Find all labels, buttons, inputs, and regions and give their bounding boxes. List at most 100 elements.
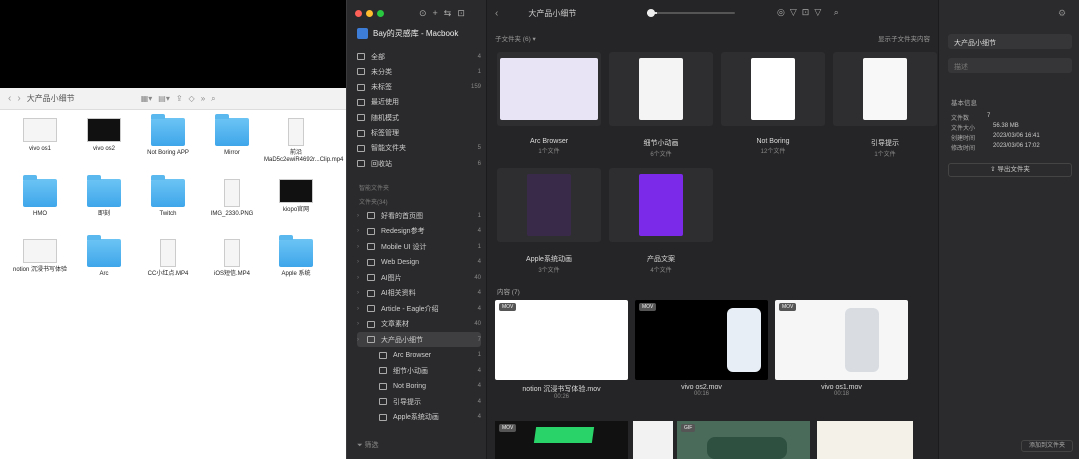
video-thumbnail: MOV (775, 300, 908, 380)
sidebar-folder[interactable]: › 大产品小细节 7 (357, 332, 481, 347)
sidebar-folder[interactable]: › 文章素材 40 (357, 317, 481, 332)
video-thumbnail (288, 118, 304, 146)
sidebar-folder[interactable]: › AI图片 40 (357, 270, 481, 285)
group-icon[interactable]: ▤▾ (158, 94, 170, 103)
filter-input[interactable]: ⏷ 筛选 (357, 440, 379, 450)
zoom-button[interactable] (377, 10, 384, 17)
finder-item[interactable]: CC小红点.MP4 (136, 239, 200, 278)
folder-card[interactable]: 产品文案 4个文件 (609, 168, 713, 274)
finder-item-label: vivo os1 (28, 146, 51, 152)
folder-name-field[interactable]: 大产品小细节 (948, 34, 1072, 49)
finder-item[interactable]: HMO (8, 175, 72, 218)
finder-item[interactable]: kiopo官网 (264, 179, 328, 214)
video-card-name: vivo os2.mov (681, 384, 722, 391)
finder-item[interactable]: vivo os1 (8, 118, 72, 153)
finder-item[interactable]: Arc (72, 235, 136, 278)
phone-preview (727, 308, 761, 372)
sidebar-item[interactable]: 全部 4 (357, 49, 481, 64)
sidebar-item[interactable]: 标签管理 (357, 126, 481, 141)
subfolder-toggle[interactable]: 子文件夹 (6) ▾ (495, 33, 536, 43)
folder-card[interactable]: 细节小动画 6个文件 (609, 52, 713, 158)
more-icon[interactable]: » (201, 94, 205, 103)
thumbnail-preview (863, 58, 907, 120)
video-card[interactable]: MOV vivo os2.mov 00:16 (635, 300, 768, 397)
disclosure-arrow-icon[interactable]: › (357, 290, 361, 296)
sidebar-item[interactable]: 未分类 1 (357, 64, 481, 79)
show-subfolder-content[interactable]: 显示子文件夹内容 (878, 33, 930, 43)
subfolder-bar: 子文件夹 (6) ▾ 显示子文件夹内容 (495, 33, 930, 43)
sidebar-item[interactable]: 回收站 6 (357, 156, 481, 171)
finder-item[interactable]: Not Boring APP (136, 114, 200, 157)
finder-toolbar: ‹ › 大产品小细节 ▦▾ ▤▾ ⇪ ◇ » ⌕ (0, 88, 352, 110)
slider-handle[interactable] (647, 9, 655, 17)
finder-item[interactable]: 即刻 (72, 175, 136, 218)
grid-view-icon[interactable]: ▦▾ (141, 94, 153, 103)
sidebar-tools[interactable]: ⊙+⇆⊡ (419, 8, 471, 19)
disclosure-arrow-icon[interactable]: › (357, 337, 361, 343)
sidebar-folder[interactable]: Not Boring 4 (357, 379, 481, 394)
forward-button[interactable]: › (17, 93, 20, 104)
video-card[interactable]: MOV notion 沉浸书写体验.mov 00:26 (495, 300, 628, 400)
folder-card[interactable]: Not Boring 12个文件 (721, 52, 825, 155)
disclosure-arrow-icon[interactable]: › (357, 321, 361, 327)
disclosure-arrow-icon[interactable]: › (357, 213, 361, 219)
sidebar-folder[interactable]: › Article - Eagle介绍 4 (357, 301, 481, 316)
export-folder-button[interactable]: ⇪ 导出文件夹 (948, 163, 1072, 177)
disclosure-arrow-icon[interactable]: › (357, 306, 361, 312)
back-button[interactable]: ‹ (495, 8, 498, 19)
bottom-thumb-1[interactable]: MOV (495, 421, 628, 459)
finder-item[interactable]: Apple 系统 (264, 235, 328, 278)
notes-field[interactable]: 描述 (948, 58, 1072, 73)
minimize-button[interactable] (366, 10, 373, 17)
finder-title: 大产品小细节 (26, 94, 75, 103)
format-badge: MOV (779, 303, 797, 311)
disclosure-arrow-icon[interactable]: › (357, 275, 361, 281)
sidebar-folder[interactable]: › Mobile UI 设计 1 (357, 239, 481, 254)
info-key: 修改时间 (951, 146, 976, 152)
thumbnail-size-slider[interactable] (647, 9, 735, 17)
finder-item[interactable]: Twitch (136, 175, 200, 218)
sidebar-folder[interactable]: Arc Browser 1 (357, 348, 481, 363)
tag-icon[interactable]: ◇ (189, 94, 195, 103)
back-button[interactable]: ‹ (8, 93, 11, 104)
folder-card[interactable]: Apple系统动画 3个文件 (497, 168, 601, 274)
finder-item[interactable]: 前沿MaD5c2ewiR4692r...Clip.mp4 (264, 118, 343, 164)
share-icon[interactable]: ⇪ (176, 94, 183, 103)
folder-card[interactable]: Arc Browser 1个文件 (497, 52, 601, 155)
finder-item-label: Not Boring APP (147, 150, 189, 156)
bottom-thumb-4[interactable] (817, 421, 913, 459)
sidebar-item[interactable]: 最近使用 (357, 95, 481, 110)
sidebar-item[interactable]: 随机模式 (357, 110, 481, 125)
sidebar-folder[interactable]: Apple系统动画 4 (357, 410, 481, 425)
sidebar-folder[interactable]: › AI相关资料 4 (357, 286, 481, 301)
disclosure-arrow-icon[interactable]: › (357, 259, 361, 265)
toolbar-icons[interactable]: ◎▽⊡▽ ⌕ (777, 7, 844, 18)
finder-item[interactable]: vivo os2 (72, 118, 136, 153)
sidebar-folder[interactable]: › 好看的首页图 1 (357, 208, 481, 223)
sidebar-item[interactable]: 智能文件夹 5 (357, 141, 481, 156)
settings-icon[interactable]: ⚙ (1058, 8, 1066, 19)
close-button[interactable] (355, 10, 362, 17)
sidebar-folder[interactable]: 引导提示 4 (357, 394, 481, 409)
finder-item[interactable]: notion 沉浸书写体验 (8, 239, 72, 274)
main-content: ‹ 大产品小细节 ◎▽⊡▽ ⌕ 子文件夹 (6) ▾ 显示子文件夹内容 Arc … (487, 0, 938, 459)
disclosure-arrow-icon[interactable]: › (357, 228, 361, 234)
sidebar-folder[interactable]: 细节小动画 4 (357, 363, 481, 378)
sidebar-folder-count: 4 (477, 367, 481, 374)
sidebar-folder[interactable]: › Web Design 4 (357, 255, 481, 270)
finder-item[interactable]: iOS短信.MP4 (200, 239, 264, 278)
search-icon[interactable]: ⌕ (211, 94, 215, 104)
folder-card[interactable]: 引导提示 1个文件 (833, 52, 937, 158)
sidebar-folder[interactable]: › Redesign参考 4 (357, 224, 481, 239)
finder-item[interactable]: Mirror (200, 114, 264, 157)
add-to-folder-button[interactable]: 添加到文件夹 (1021, 440, 1073, 452)
bottom-thumb-3[interactable]: GIF (677, 421, 810, 459)
sidebar-item-label: 回收站 (371, 160, 392, 168)
library-switcher[interactable]: Bay的灵感库 - Macbook (357, 28, 458, 39)
bottom-thumb-2[interactable] (633, 421, 673, 459)
disclosure-arrow-icon[interactable]: › (357, 244, 361, 250)
folder-icon (367, 305, 375, 312)
video-card[interactable]: MOV vivo os1.mov 00:18 (775, 300, 908, 397)
finder-item[interactable]: IMG_2330.PNG (200, 179, 264, 218)
sidebar-item[interactable]: 未标签 159 (357, 80, 481, 95)
